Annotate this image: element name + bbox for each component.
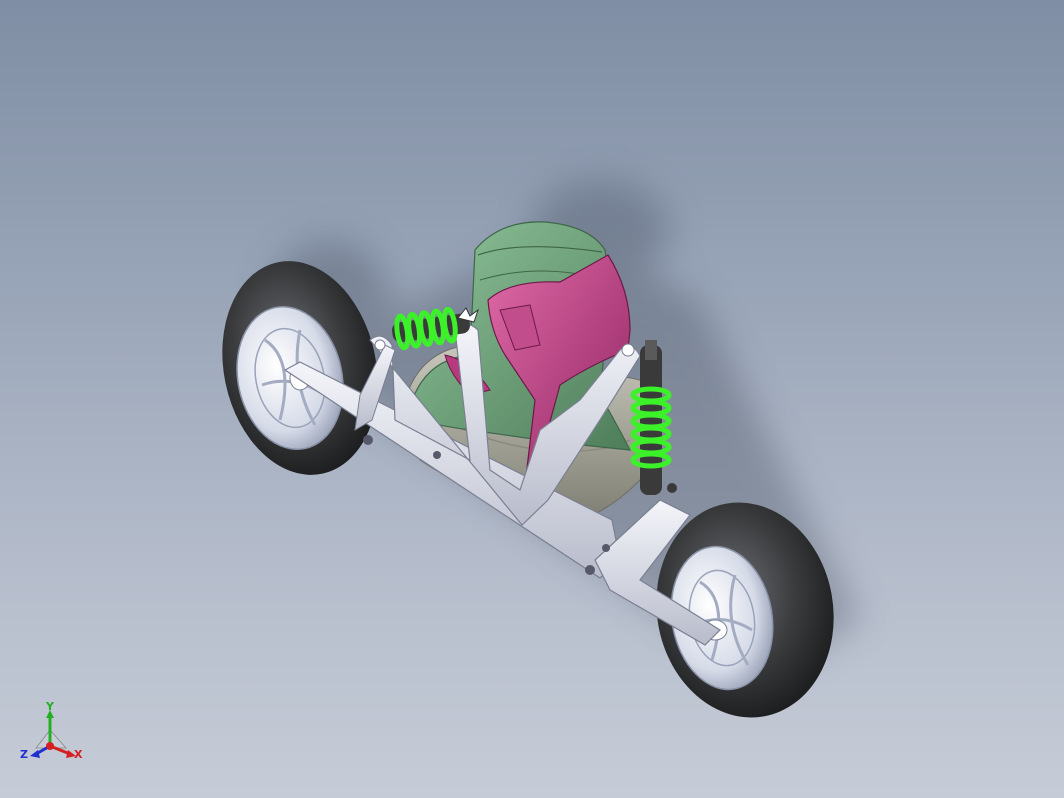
graphics-viewport[interactable]: Y X Z bbox=[0, 0, 1064, 798]
3d-model-view[interactable] bbox=[0, 0, 1064, 798]
x-axis-label: X bbox=[74, 748, 83, 761]
orientation-triad[interactable]: Y X Z bbox=[18, 700, 88, 770]
z-axis-label: Z bbox=[20, 748, 28, 761]
y-axis-label: Y bbox=[46, 700, 54, 713]
